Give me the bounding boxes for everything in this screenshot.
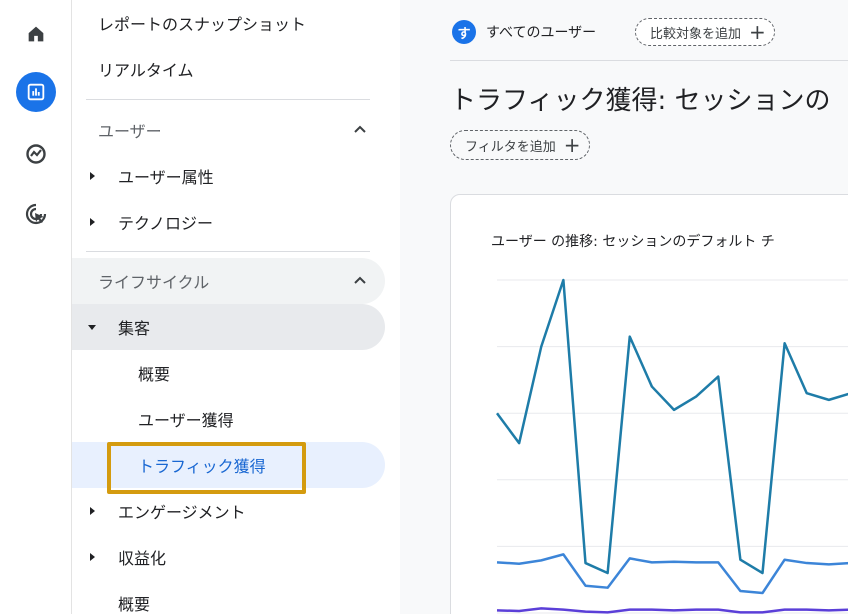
reports-icon[interactable] — [16, 72, 56, 112]
chart-series-line-1[interactable] — [495, 278, 848, 575]
add-comparison-label: 比較対象を追加 — [650, 26, 742, 42]
nav-item-label: 収益化 — [118, 549, 167, 568]
advertising-icon[interactable] — [16, 194, 56, 234]
home-icon[interactable] — [16, 14, 56, 54]
nav-item-monetization[interactable]: 収益化 — [72, 534, 385, 580]
nav-item-technology[interactable]: テクノロジー — [72, 199, 385, 245]
plus-icon: + — [749, 20, 766, 44]
page-title: トラフィック獲得: セッションの — [450, 86, 831, 116]
nav-item-label: ユーザー獲得 — [138, 411, 234, 430]
header-divider — [450, 60, 848, 61]
caret-right-icon — [90, 218, 95, 226]
nav-item-acquisition-overview[interactable]: 概要 — [72, 350, 385, 396]
caret-right-icon — [90, 553, 95, 561]
explore-icon[interactable] — [16, 134, 56, 174]
nav-item-label: エンゲージメント — [118, 503, 246, 522]
highlight-box — [107, 442, 306, 494]
main-content: す すべてのユーザー 比較対象を追加 + トラフィック獲得: セッションの フィ… — [400, 0, 848, 614]
section-label: ライフサイクル — [98, 273, 210, 292]
chevron-up-icon — [354, 276, 366, 284]
nav-item-label: 概要 — [138, 365, 171, 384]
nav-item-overview[interactable]: 概要 — [72, 580, 385, 614]
nav-item-label: レポートのスナップショット — [98, 15, 307, 34]
plus-icon: + — [563, 133, 581, 157]
icon-rail — [0, 0, 72, 614]
nav-item-label: ユーザー属性 — [118, 168, 214, 187]
nav-divider — [86, 251, 370, 252]
section-label: ユーザー — [98, 122, 162, 141]
nav-divider — [86, 99, 370, 100]
nav-item-label: リアルタイム — [98, 61, 194, 80]
nav-item-label: テクノロジー — [118, 214, 214, 233]
nav-item-realtime[interactable]: リアルタイム — [72, 46, 385, 92]
report-navigation: レポートのスナップショット リアルタイム ユーザー ユーザー属性 テクノロジー … — [72, 0, 400, 614]
users-line-chart[interactable] — [451, 195, 848, 614]
nav-section-users[interactable]: ユーザー — [72, 107, 385, 153]
nav-item-label: 概要 — [118, 595, 151, 614]
add-comparison-button[interactable]: 比較対象を追加 + — [635, 18, 775, 46]
nav-item-acquisition[interactable]: 集客 — [72, 304, 385, 350]
caret-down-icon — [88, 325, 96, 330]
add-filter-button[interactable]: フィルタを追加 + — [450, 130, 590, 160]
caret-right-icon — [90, 507, 95, 515]
nav-item-user-attributes[interactable]: ユーザー属性 — [72, 153, 385, 199]
nav-item-engagement[interactable]: エンゲージメント — [72, 488, 385, 534]
users-trend-card: ユーザー の推移: セッションのデフォルト チ — [450, 194, 848, 614]
nav-item-user-acquisition[interactable]: ユーザー獲得 — [72, 396, 385, 442]
nav-section-lifecycle[interactable]: ライフサイクル — [72, 258, 385, 304]
nav-item-label: 集客 — [118, 319, 151, 338]
segment-label: すべてのユーザー — [486, 25, 597, 41]
segment-avatar: す — [452, 20, 476, 44]
caret-right-icon — [90, 172, 95, 180]
chevron-up-icon — [354, 125, 366, 133]
add-filter-label: フィルタを追加 — [465, 139, 556, 155]
chart-series-line-3[interactable] — [496, 607, 848, 614]
chart-series-line-2[interactable] — [496, 553, 848, 595]
nav-item-snapshot[interactable]: レポートのスナップショット — [72, 0, 385, 46]
segment-chip[interactable]: す すべてのユーザー — [452, 19, 596, 45]
